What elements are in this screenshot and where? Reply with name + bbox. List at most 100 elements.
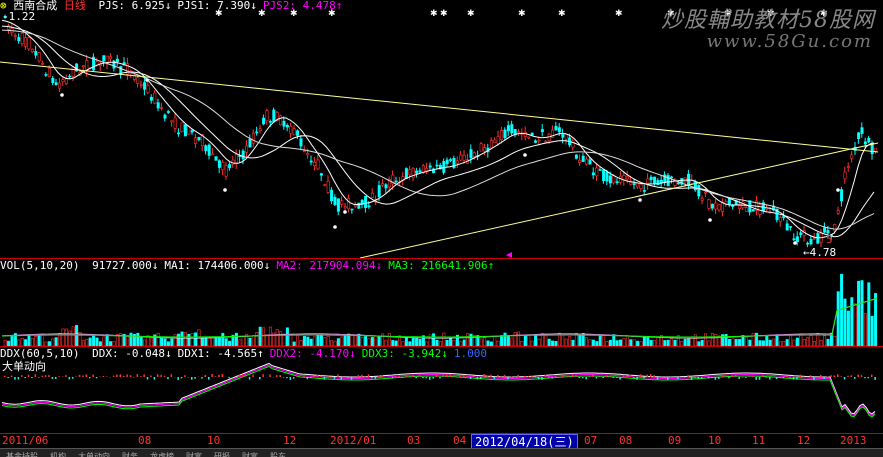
candle-body xyxy=(35,51,37,55)
price-marker xyxy=(523,153,527,157)
volume-chart[interactable] xyxy=(0,259,883,346)
ddx-bar xyxy=(555,376,557,377)
candle-body xyxy=(517,132,519,133)
candle-body xyxy=(167,111,169,112)
volume-bar xyxy=(317,335,319,346)
ddx-bar xyxy=(660,377,662,378)
volume-bar xyxy=(351,335,353,346)
ddx-bar xyxy=(368,374,370,377)
candle-body xyxy=(868,138,870,142)
candle-body xyxy=(606,172,608,181)
bottom-tab-8[interactable]: 股东 xyxy=(264,453,292,457)
ddx-bar xyxy=(371,377,373,378)
ddx-bar xyxy=(813,377,815,380)
candle-body xyxy=(711,204,713,208)
ddx-bar xyxy=(585,377,587,379)
date-label-13: 2013 xyxy=(840,434,867,448)
indicator-0: PJS: 6.925↓ xyxy=(99,0,172,12)
ddx-bar xyxy=(820,375,822,377)
volume-bar xyxy=(827,339,829,346)
candle-body xyxy=(21,33,23,43)
volume-bar xyxy=(823,336,825,346)
candle-body xyxy=(456,161,458,164)
volume-bar xyxy=(500,335,502,346)
candle-body xyxy=(205,146,207,151)
candle-body xyxy=(381,184,383,185)
candle-body xyxy=(279,116,281,125)
candle-body xyxy=(211,154,213,155)
bottom-tab-5[interactable]: 财富 xyxy=(180,453,208,457)
candle-body xyxy=(184,125,186,136)
volume-bar xyxy=(419,339,421,346)
ddx-bar xyxy=(718,377,720,379)
candle-body xyxy=(208,145,210,156)
ddx-bar xyxy=(800,375,802,377)
volume-bar xyxy=(443,333,445,346)
candle-body xyxy=(796,237,798,242)
volume-bar xyxy=(31,339,33,346)
volume-bar xyxy=(494,336,496,346)
candle-body xyxy=(252,133,254,143)
ddx-bar xyxy=(786,375,788,377)
candle-body xyxy=(793,239,795,240)
bottom-tab-4[interactable]: 龙虎榜 xyxy=(144,453,180,457)
volume-bar xyxy=(388,333,390,346)
candle-body xyxy=(154,93,156,103)
candle-body xyxy=(463,155,465,160)
volume-bar xyxy=(643,337,645,346)
volume-bar xyxy=(140,338,142,346)
ddx-bar xyxy=(511,376,512,377)
candle-body xyxy=(436,165,438,166)
volume-panel[interactable]: VOL(5,10,20) 91727.000↓MA1: 174406.000↓M… xyxy=(0,259,883,346)
ddx-bar xyxy=(762,375,764,377)
ddx-panel[interactable]: DDX(60,5,10) DDX: -0.048↓DDX1: -4.565↑DD… xyxy=(0,347,883,433)
candle-body xyxy=(426,168,428,170)
bottom-tab-2[interactable]: 大单动向 xyxy=(72,453,116,457)
ddx-bar xyxy=(463,375,465,377)
candle-body xyxy=(752,209,754,211)
volume-bar xyxy=(259,327,261,346)
candle-body xyxy=(857,133,859,139)
ddx-bar xyxy=(517,375,519,377)
bottom-tab-3[interactable]: 财务 xyxy=(116,453,144,457)
volume-bar xyxy=(851,298,853,346)
volume-bar xyxy=(738,339,740,346)
ddx-bar xyxy=(677,377,679,379)
volume-bar xyxy=(796,338,798,346)
candle-body xyxy=(103,56,105,61)
volume-bar xyxy=(466,334,468,346)
ddx-bar xyxy=(48,375,50,377)
bottom-tab-6[interactable]: 研报 xyxy=(208,453,236,457)
volume-bar xyxy=(772,339,774,346)
candle-body xyxy=(171,121,173,122)
candle-body xyxy=(575,155,577,158)
bottom-tab-7[interactable]: 财富 xyxy=(236,453,264,457)
date-label-8: 08 xyxy=(619,434,632,448)
candle-body xyxy=(337,199,339,212)
candle-body xyxy=(228,164,230,167)
volume-bar xyxy=(511,338,513,346)
candle-body xyxy=(198,137,200,140)
price-marker xyxy=(638,198,642,202)
bottom-tab-1[interactable]: 机构 xyxy=(44,453,72,457)
ddx-bar xyxy=(473,376,475,377)
candle-body xyxy=(783,216,785,218)
ddx-bar xyxy=(41,376,43,377)
bottom-tab-0[interactable]: 基金持股 xyxy=(0,453,44,457)
candle-body xyxy=(810,239,812,244)
price-panel[interactable]: ✱✱✱✱✱✱✱✱✱✱✱✱✱✱ ⊗ 西南合成 日线 PJS: 6.925↓PJS1… xyxy=(0,0,883,258)
volume-bar xyxy=(728,339,730,346)
candle-body xyxy=(273,110,275,122)
ddx-bar xyxy=(415,377,417,378)
candle-body xyxy=(364,196,366,208)
volume-bar xyxy=(324,338,326,346)
ddx-bar xyxy=(643,377,645,378)
volume-bar xyxy=(157,333,159,346)
volume-bar xyxy=(412,337,414,346)
ddx-bar xyxy=(334,377,336,379)
ddx-bar xyxy=(303,376,305,377)
candle-body xyxy=(538,140,540,141)
candle-body xyxy=(800,233,802,235)
volume-bar xyxy=(364,336,366,346)
candle-body xyxy=(52,78,54,82)
